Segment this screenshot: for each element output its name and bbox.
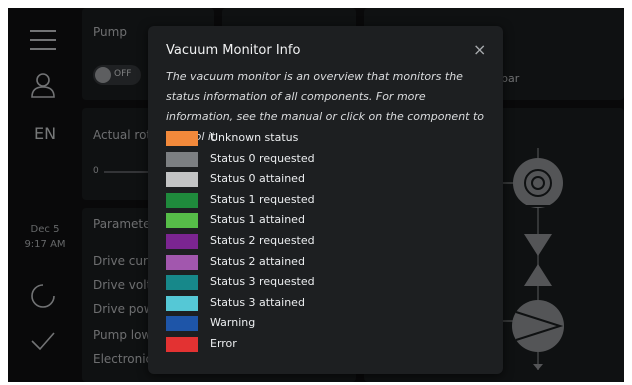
legend-label: Status 3 attained (210, 295, 305, 309)
legend-swatch (166, 172, 198, 188)
app-window: EN Dec 5 9:17 AM Pump OFF bar Actual rot… (8, 8, 624, 382)
legend-swatch (166, 131, 198, 146)
legend-label: Warning (210, 316, 256, 330)
legend-swatch (166, 275, 198, 291)
legend-swatch (166, 233, 198, 249)
legend-label: Status 2 requested (210, 233, 315, 247)
legend-swatch (166, 151, 198, 167)
close-icon[interactable]: × (473, 40, 486, 59)
legend-label: Unknown status (210, 131, 299, 144)
legend-swatch (166, 192, 198, 208)
legend-label: Error (210, 336, 237, 350)
legend-swatch (166, 213, 198, 229)
legend-label: Status 2 attained (210, 254, 305, 268)
legend-label: Status 1 requested (210, 192, 315, 206)
legend-label: Status 1 attained (210, 213, 305, 227)
legend-label: Status 0 attained (210, 172, 305, 186)
legend-swatch (166, 316, 198, 332)
dialog-title: Vacuum Monitor Info (166, 43, 301, 58)
vacuum-monitor-info-dialog: Vacuum Monitor Info × The vacuum monitor… (148, 26, 503, 374)
legend-label: Status 3 requested (210, 275, 315, 289)
legend-swatch (166, 254, 198, 270)
legend-label: Status 0 requested (210, 151, 315, 165)
legend-swatch (166, 295, 198, 311)
legend-swatch (166, 336, 198, 352)
